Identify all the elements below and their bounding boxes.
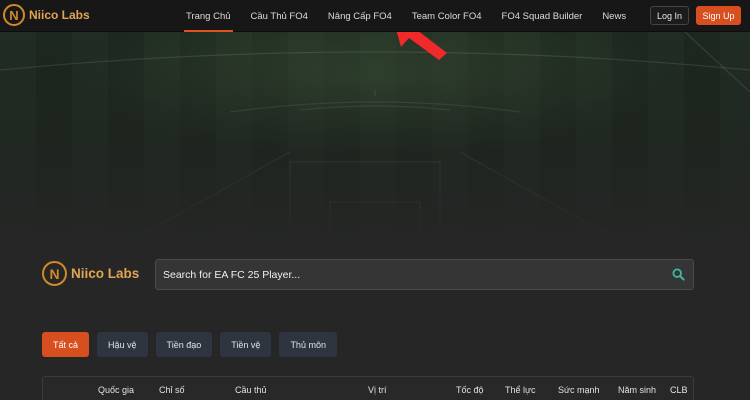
hero-overlay <box>0 32 750 250</box>
search-logo-mark: N <box>42 261 67 286</box>
login-button[interactable]: Log In <box>650 6 689 25</box>
column-header-nation[interactable]: Quốc gia <box>98 385 134 395</box>
top-navbar: N Niico Labs Trang Chủ Cầu Thủ FO4 Nâng … <box>0 0 750 32</box>
search-icon[interactable] <box>663 268 693 281</box>
nav-item-news[interactable]: News <box>592 0 636 32</box>
brand-logo[interactable]: N Niico Labs <box>3 4 90 26</box>
nav-item-players[interactable]: Cầu Thủ FO4 <box>241 0 318 32</box>
brand-name: Niico Labs <box>29 8 90 22</box>
player-search-input[interactable] <box>163 268 663 281</box>
nav-item-upgrade[interactable]: Nâng Cấp FO4 <box>318 0 402 32</box>
column-header-birth-year[interactable]: Năm sinh <box>618 385 656 395</box>
column-header-pace[interactable]: Tốc độ <box>456 385 484 395</box>
brand-logo-mark: N <box>3 4 25 26</box>
search-logo-name: Niico Labs <box>71 266 140 281</box>
position-filter-tabs: Tất cả Hậu vệ Tiền đạo Tiền vệ Thủ môn <box>42 332 337 357</box>
column-header-club[interactable]: CLB <box>670 385 688 395</box>
column-header-position[interactable]: Vị trí <box>368 385 387 395</box>
player-search-bar <box>155 259 694 290</box>
filter-midfielder[interactable]: Tiền vệ <box>220 332 272 357</box>
main-nav: Trang Chủ Cầu Thủ FO4 Nâng Cấp FO4 Team … <box>176 0 636 32</box>
nav-item-team-color[interactable]: Team Color FO4 <box>402 0 492 32</box>
player-table-header: Quốc gia Chỉ số Cầu thủ Vị trí Tốc độ Th… <box>42 376 694 400</box>
filter-defender[interactable]: Hậu vệ <box>97 332 148 357</box>
filter-goalkeeper[interactable]: Thủ môn <box>279 332 337 357</box>
column-header-rating[interactable]: Chỉ số <box>159 385 185 395</box>
signup-button[interactable]: Sign Up <box>696 6 741 25</box>
filter-all[interactable]: Tất cả <box>42 332 90 357</box>
search-logo: N Niico Labs <box>42 261 139 286</box>
hero-banner <box>0 32 750 250</box>
filter-forward[interactable]: Tiền đạo <box>155 332 213 357</box>
column-header-stamina[interactable]: Thể lực <box>505 385 536 395</box>
nav-item-squad-builder[interactable]: FO4 Squad Builder <box>492 0 593 32</box>
column-header-strength[interactable]: Sức mạnh <box>558 385 600 395</box>
column-header-player[interactable]: Cầu thủ <box>235 385 267 395</box>
nav-item-home[interactable]: Trang Chủ <box>176 0 241 32</box>
